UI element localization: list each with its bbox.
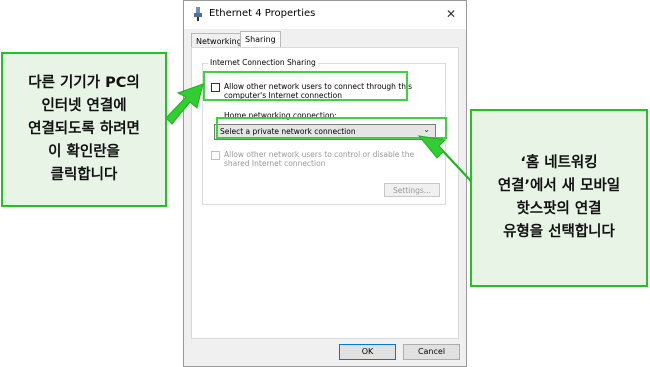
left-callout-text: 다른 기기가 PC의 인터넷 연결에 연결되도록 하려면 이 확인란을 클릭합니… [28, 75, 140, 183]
right-arrow [417, 135, 474, 185]
right-callout: ‘홈 네트워킹 연결’에서 새 모바일 핫스팟의 연결 유형을 선택합니다 [470, 109, 648, 287]
right-callout-text: ‘홈 네트워킹 연결’에서 새 모바일 핫스팟의 연결 유형을 선택합니다 [497, 155, 621, 240]
left-arrow [165, 83, 204, 125]
left-callout: 다른 기기가 PC의 인터넷 연결에 연결되도록 하려면 이 확인란을 클릭합니… [1, 52, 167, 207]
